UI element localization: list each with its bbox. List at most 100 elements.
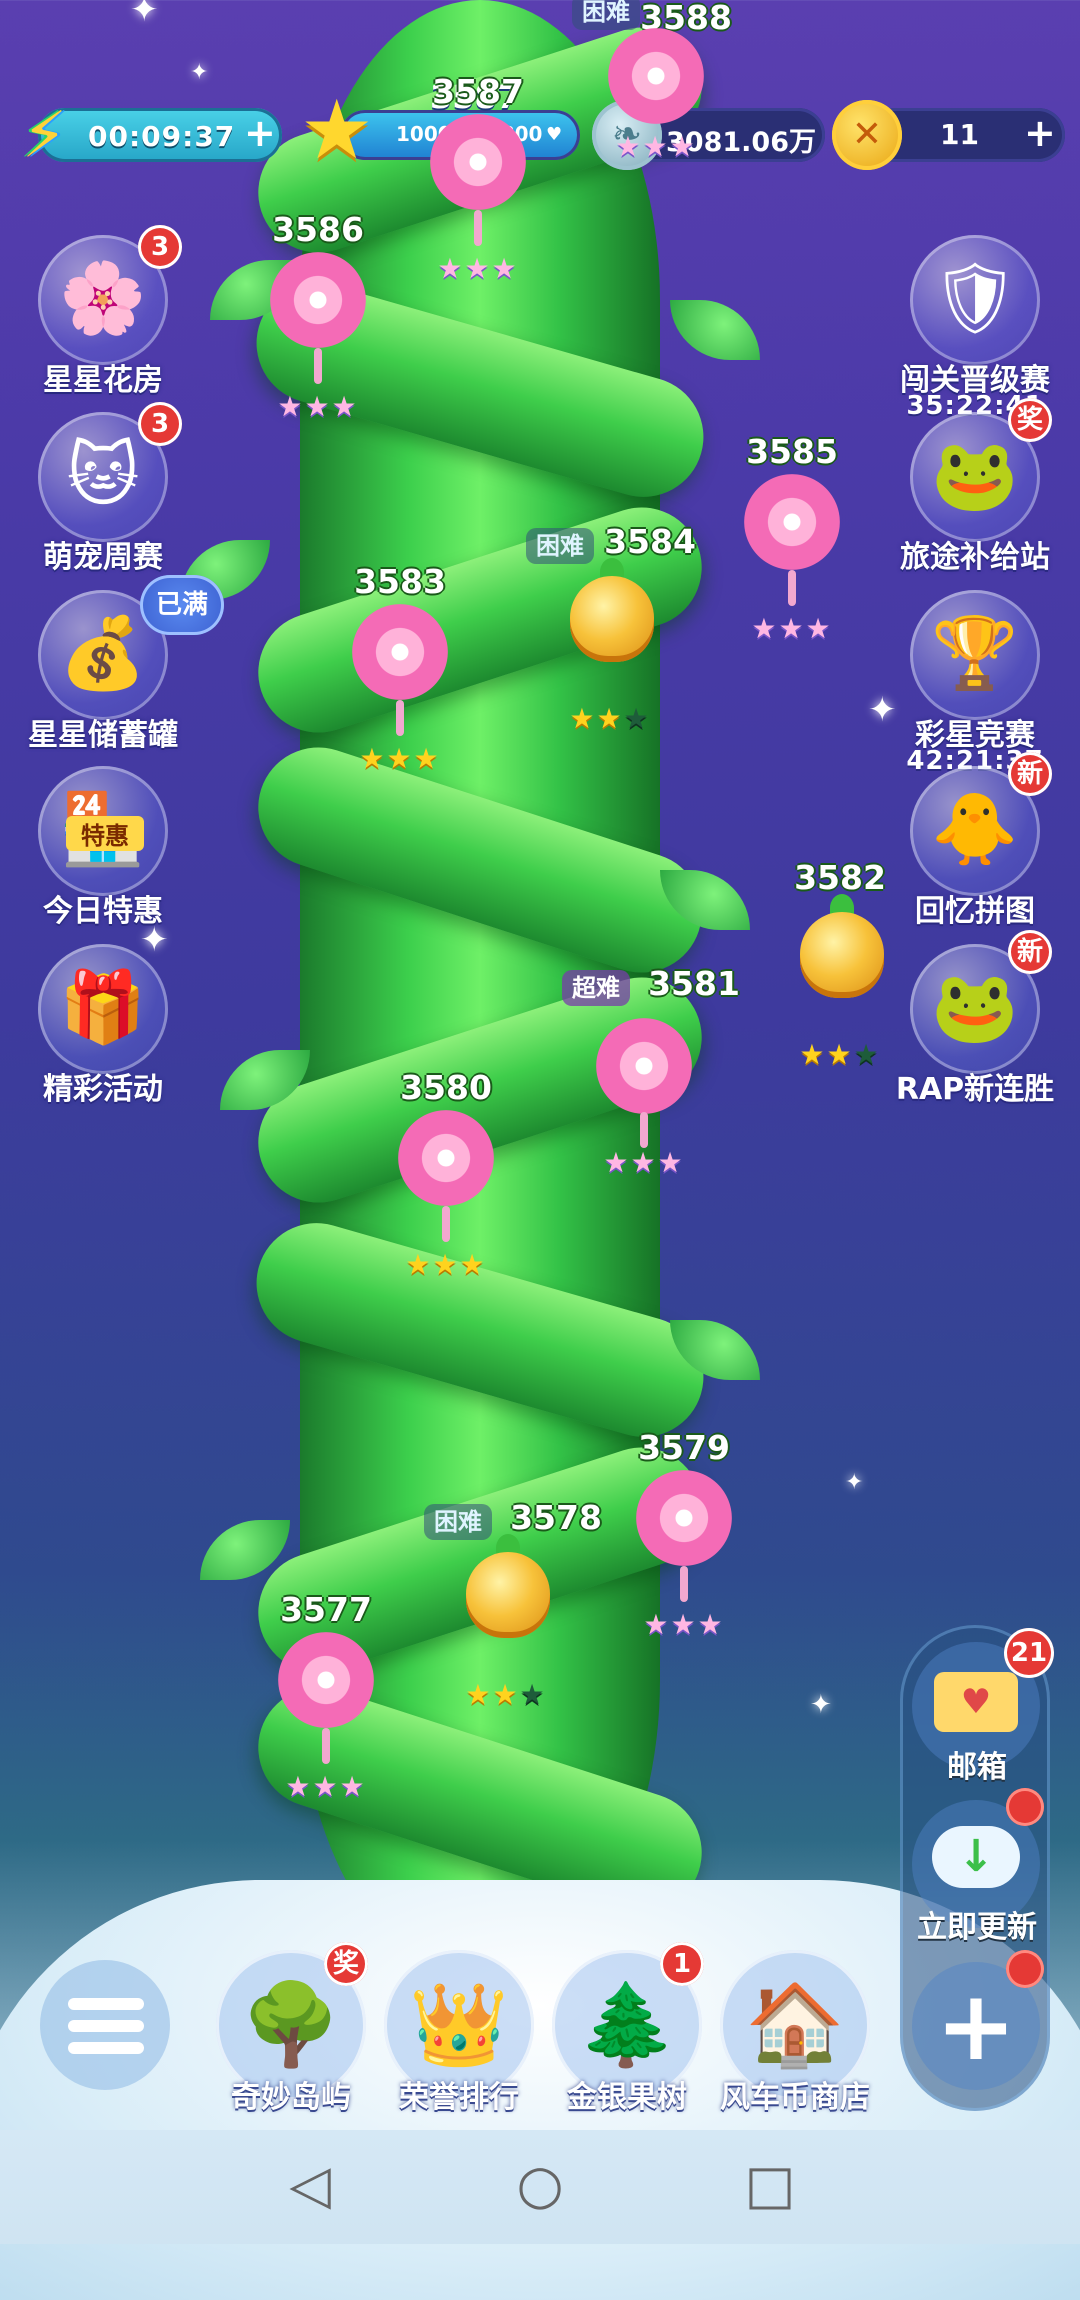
level-node-3577[interactable]: 3577 ★★★ bbox=[256, 1590, 396, 1810]
flower-tassel bbox=[322, 1728, 330, 1764]
new-badge: 新 bbox=[1008, 930, 1052, 974]
energy-plus-button[interactable]: + bbox=[244, 114, 276, 152]
plus-red-dot bbox=[1006, 1950, 1044, 1988]
flower-icon bbox=[608, 28, 704, 124]
level-node-3582[interactable]: 3582 ★★★ bbox=[770, 858, 910, 1078]
golden-fruit-icon bbox=[800, 912, 884, 998]
level-node-3578[interactable]: 3578 ★★★ bbox=[436, 1498, 602, 1718]
level-promotion-button[interactable]: 🛡 闯关晋级赛 35:22:41 bbox=[900, 235, 1050, 421]
gold-plus-button[interactable]: + bbox=[1024, 114, 1056, 152]
level-number: 3579 bbox=[638, 1428, 730, 1467]
level-stars: ★★★ bbox=[569, 702, 651, 735]
today-deal-button[interactable]: 🏪 特惠 今日特惠 bbox=[28, 766, 178, 929]
gift-icon: 🎁 bbox=[59, 966, 147, 1048]
level-stars: ★★★ bbox=[285, 1770, 367, 1803]
notification-badge: 1 bbox=[660, 1942, 704, 1986]
level-number: 3584 bbox=[604, 522, 696, 561]
shield-badge-icon: 🛡 bbox=[930, 257, 1020, 339]
level-node-3584[interactable]: 3584 ★★★ bbox=[540, 522, 696, 742]
podium-icon: 🏆 bbox=[931, 612, 1019, 694]
level-number: 3581 bbox=[648, 964, 740, 1003]
flower-icon bbox=[398, 1110, 494, 1206]
flower-tassel bbox=[680, 1566, 688, 1602]
notification-badge: 3 bbox=[138, 402, 182, 446]
gold-coin-icon: ✕ bbox=[832, 100, 902, 170]
flower-pot-icon: 🌸 bbox=[59, 257, 147, 339]
level-stars: ★★★ bbox=[603, 1146, 685, 1179]
level-stars: ★★★ bbox=[437, 252, 519, 285]
sparkle-icon: ✦ bbox=[190, 60, 209, 85]
update-label: 立即更新 bbox=[917, 1910, 1037, 1945]
golden-fruit-icon bbox=[466, 1552, 550, 1638]
level-node-3588[interactable]: 3588 ★★★ bbox=[586, 0, 732, 200]
update-red-dot bbox=[1006, 1788, 1044, 1826]
level-node-3583[interactable]: 3583 ★★★ bbox=[330, 562, 470, 782]
level-stars: ★★★ bbox=[799, 1038, 881, 1071]
flower-icon bbox=[352, 604, 448, 700]
star-flower-house-button[interactable]: 🌸 星星花房 3 bbox=[28, 225, 182, 398]
level-stars: ★★★ bbox=[359, 742, 441, 775]
heart-icon: ♥ bbox=[546, 124, 563, 145]
level-node-3585[interactable]: 3585 ★★★ bbox=[722, 432, 862, 652]
level-node-3579[interactable]: 3579 ★★★ bbox=[614, 1428, 754, 1648]
level-number: 3577 bbox=[280, 1590, 372, 1629]
back-icon[interactable]: ◁ bbox=[280, 2155, 340, 2215]
home-icon[interactable]: ○ bbox=[510, 2155, 570, 2215]
level-number: 3585 bbox=[746, 432, 838, 471]
cloud-download-icon: ↓ bbox=[932, 1826, 1020, 1888]
level-number: 3583 bbox=[354, 562, 446, 601]
reward-badge: 奖 bbox=[1008, 398, 1052, 442]
level-number: 3586 bbox=[272, 210, 364, 249]
notification-badge: 3 bbox=[138, 225, 182, 269]
mail-envelope-icon: ♥ bbox=[934, 1672, 1018, 1732]
mail-count-badge: 21 bbox=[1004, 1628, 1054, 1678]
flower-icon bbox=[596, 1018, 692, 1114]
travel-supply-label: 旅途补给站 bbox=[900, 540, 1050, 575]
flower-tassel bbox=[314, 348, 322, 384]
deal-tag: 特惠 bbox=[66, 816, 144, 851]
travel-supply-button[interactable]: 🐸 旅途补给站 奖 bbox=[900, 398, 1052, 575]
flower-icon bbox=[636, 1470, 732, 1566]
lightning-bolt-icon: ⚡ bbox=[22, 99, 67, 173]
rap-win-streak-button[interactable]: 🐸 RAP新连胜 新 bbox=[896, 930, 1054, 1107]
level-stars: ★★★ bbox=[615, 130, 697, 163]
level-number: 3580 bbox=[400, 1068, 492, 1107]
rap-frog-icon: 🐸 bbox=[931, 966, 1019, 1048]
level-stars: ★★★ bbox=[643, 1608, 725, 1641]
level-node-3586[interactable]: 3586 ★★★ bbox=[248, 210, 388, 430]
level-node-3587[interactable]: 3587 ★★★ bbox=[408, 72, 548, 292]
flower-tassel bbox=[640, 1112, 648, 1148]
level-stars: ★★★ bbox=[405, 1248, 487, 1281]
level-stars: ★★★ bbox=[465, 1678, 547, 1711]
level-node-3580[interactable]: 3580 ★★★ bbox=[376, 1068, 516, 1288]
today-deal-label: 今日特惠 bbox=[43, 894, 163, 929]
flower-tassel bbox=[396, 700, 404, 736]
color-star-race-button[interactable]: 🏆 彩星竞赛 42:21:37 bbox=[900, 590, 1050, 776]
golden-fruit-icon bbox=[570, 576, 654, 662]
star-flower-house-label: 星星花房 bbox=[43, 363, 163, 398]
level-number: 3578 bbox=[510, 1498, 602, 1537]
frog-gift-icon: 🐸 bbox=[931, 434, 1019, 516]
level-number: 3582 bbox=[794, 858, 886, 897]
pet-weekly-match-button[interactable]: 🐱 萌宠周赛 3 bbox=[28, 402, 182, 575]
memory-puzzle-button[interactable]: 🐥 回忆拼图 新 bbox=[900, 752, 1052, 929]
events-label: 精彩活动 bbox=[43, 1072, 163, 1107]
puzzle-chick-icon: 🐥 bbox=[931, 788, 1019, 870]
reward-badge: 奖 bbox=[324, 1942, 368, 1986]
full-tag: 已满 bbox=[140, 575, 224, 635]
level-stars: ★★★ bbox=[277, 390, 359, 423]
flower-tassel bbox=[442, 1206, 450, 1242]
flower-icon bbox=[270, 252, 366, 348]
mailbox-label: 邮箱 bbox=[947, 1750, 1007, 1785]
flower-icon bbox=[430, 114, 526, 210]
recents-icon[interactable]: □ bbox=[740, 2155, 800, 2215]
level-node-3581[interactable]: 3581 ★★★ bbox=[574, 964, 740, 1184]
flower-tassel bbox=[474, 210, 482, 246]
flower-icon bbox=[278, 1632, 374, 1728]
sparkle-icon: ✦ bbox=[845, 1470, 864, 1495]
menu-list-icon bbox=[68, 1998, 144, 2064]
windmill-shop-label: 风车币商店 bbox=[720, 2080, 870, 2115]
gold-coin-amount: 11 bbox=[940, 118, 979, 151]
sparkle-icon: ✦ bbox=[130, 0, 159, 30]
events-button[interactable]: 🎁 精彩活动 bbox=[28, 944, 178, 1107]
